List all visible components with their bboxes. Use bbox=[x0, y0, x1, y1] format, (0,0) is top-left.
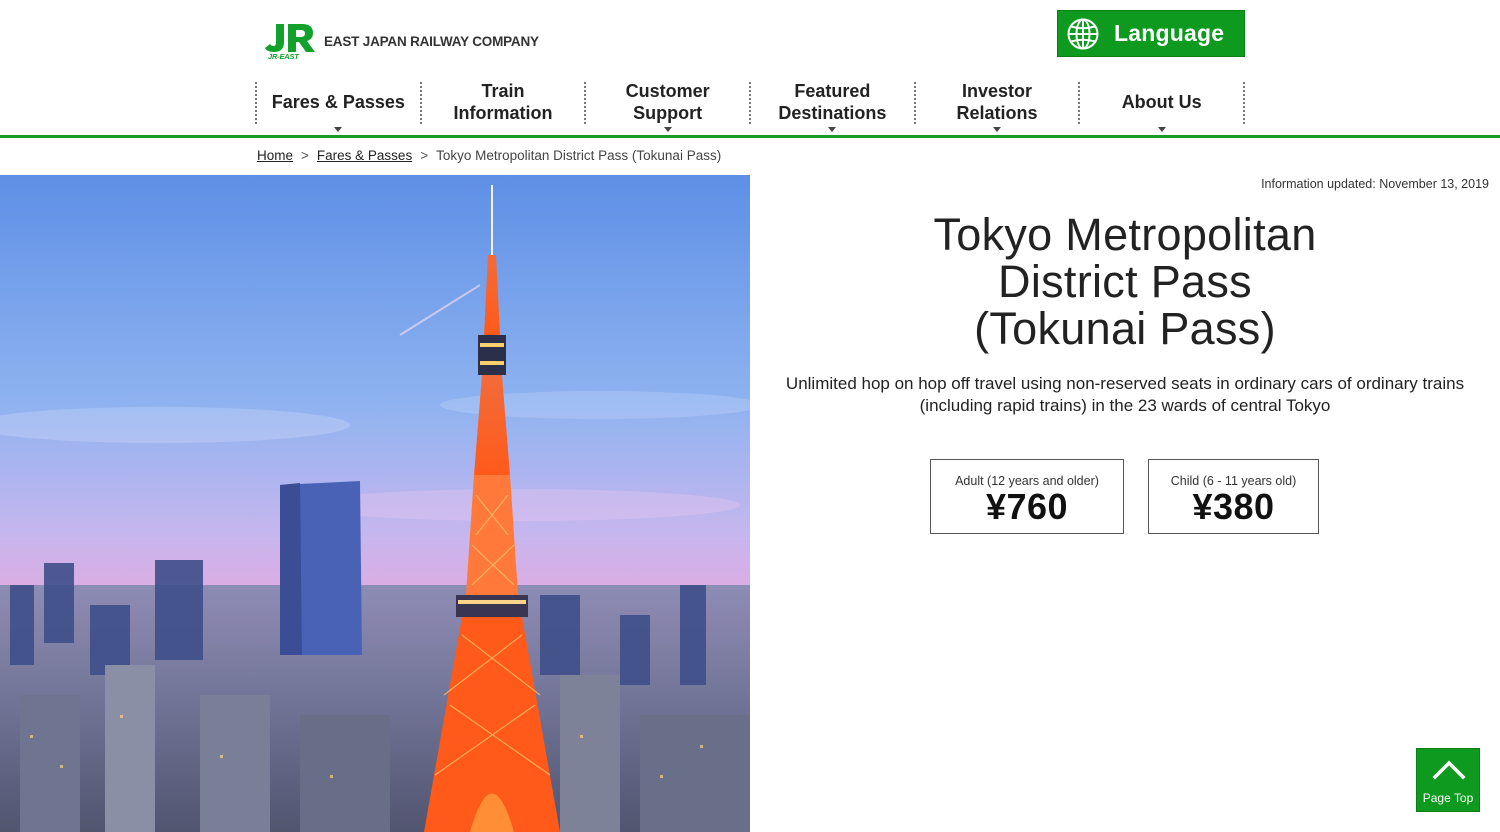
jr-east-logo[interactable]: JR-EAST EAST JAPAN RAILWAY COMPANY bbox=[264, 22, 539, 62]
nav-item-about-us[interactable]: About Us bbox=[1080, 78, 1243, 132]
jr-east-sub-label: JR-EAST bbox=[268, 52, 299, 61]
nav-label: Train Information bbox=[453, 81, 553, 123]
main-nav: Fares & Passes Train Information Custome… bbox=[255, 78, 1246, 132]
caret-down-icon bbox=[1157, 127, 1166, 132]
caret-down-icon bbox=[828, 127, 837, 132]
breadcrumb-home-link[interactable]: Home bbox=[257, 148, 293, 163]
caret-down-icon bbox=[663, 127, 672, 132]
site-header: JR-EAST EAST JAPAN RAILWAY COMPANY Langu… bbox=[0, 0, 1500, 138]
child-price-box: Child (6 - 11 years old) ¥380 bbox=[1148, 459, 1319, 534]
breadcrumb-separator: > bbox=[301, 148, 309, 163]
page-top-label: Page Top bbox=[1422, 791, 1474, 805]
jr-logo-mark: JR-EAST bbox=[264, 22, 316, 62]
nav-item-featured-destinations[interactable]: Featured Destinations bbox=[751, 78, 914, 132]
nav-item-investor-relations[interactable]: Investor Relations bbox=[916, 78, 1079, 132]
adult-price-value: ¥760 bbox=[985, 486, 1069, 527]
child-price-value: ¥380 bbox=[1192, 486, 1275, 527]
chevron-up-icon bbox=[1432, 760, 1466, 780]
caret-down-icon bbox=[993, 127, 1002, 132]
nav-label: About Us bbox=[1121, 92, 1202, 112]
page-top-button[interactable]: Page Top bbox=[1416, 748, 1480, 812]
hero-image bbox=[0, 175, 750, 832]
pass-description: Unlimited hop on hop off travel using no… bbox=[785, 374, 1465, 415]
nav-item-train-information[interactable]: Train Information bbox=[422, 78, 585, 126]
nav-item-customer-support[interactable]: Customer Support bbox=[586, 78, 749, 132]
nav-label: Featured Destinations bbox=[778, 81, 887, 123]
breadcrumb-current: Tokyo Metropolitan District Pass (Tokuna… bbox=[436, 148, 722, 163]
caret-down-icon bbox=[334, 127, 343, 132]
breadcrumb-separator: > bbox=[420, 148, 429, 163]
nav-label: Customer Support bbox=[625, 81, 710, 123]
globe-icon bbox=[1067, 18, 1099, 49]
page-title: Tokyo Metropolitan District Pass (Tokuna… bbox=[760, 211, 1490, 352]
nav-item-fares-passes[interactable]: Fares & Passes bbox=[257, 78, 420, 132]
breadcrumb: Home > Fares & Passes > Tokyo Metropolit… bbox=[257, 148, 721, 163]
nav-label: Fares & Passes bbox=[271, 92, 405, 112]
breadcrumb-fares-link[interactable]: Fares & Passes bbox=[317, 148, 412, 163]
page-title-text: Tokyo Metropolitan District Pass (Tokuna… bbox=[933, 209, 1317, 354]
language-button[interactable]: Language bbox=[1057, 10, 1245, 57]
adult-price-box: Adult (12 years and older) ¥760 bbox=[930, 459, 1124, 534]
company-name: EAST JAPAN RAILWAY COMPANY bbox=[324, 33, 539, 49]
tokyo-tower-photo bbox=[0, 175, 750, 832]
info-updated-date: Information updated: November 13, 2019 bbox=[1261, 177, 1489, 191]
nav-divider bbox=[1243, 82, 1246, 124]
language-label: Language bbox=[1114, 20, 1225, 46]
nav-label: Investor Relations bbox=[956, 81, 1038, 123]
